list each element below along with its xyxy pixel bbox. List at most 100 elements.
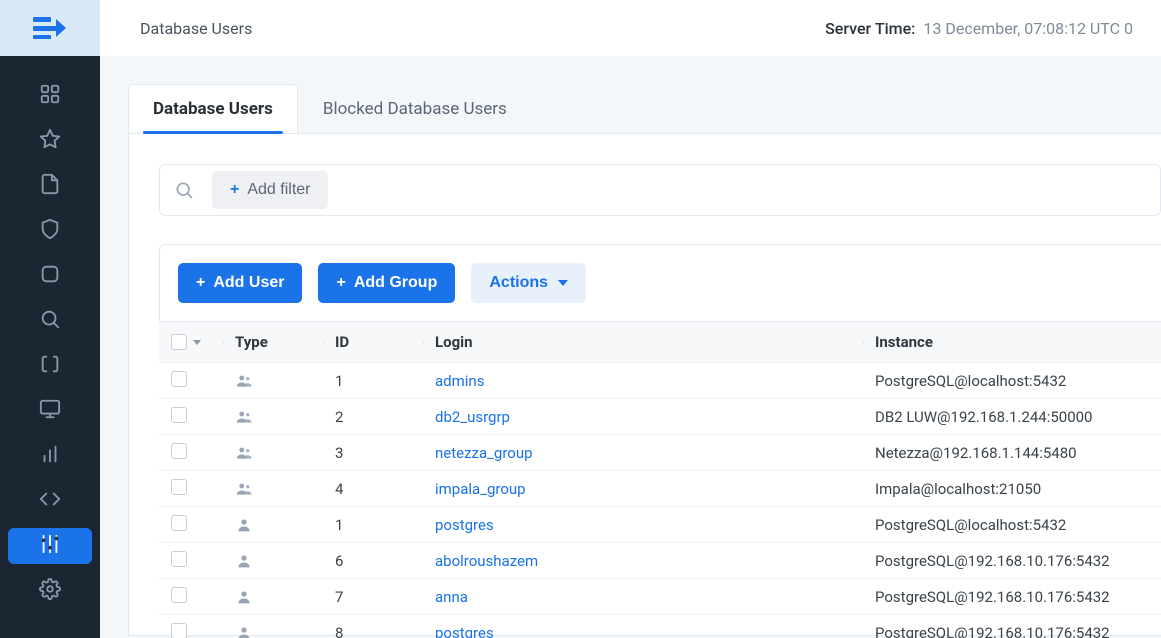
- group-icon: [223, 444, 323, 462]
- row-id: 1: [323, 516, 423, 534]
- gear-icon: [39, 578, 61, 604]
- page-title: Database Users: [140, 19, 252, 38]
- row-login-link[interactable]: postgres: [423, 624, 863, 638]
- sidebar-item-gear[interactable]: [8, 573, 92, 609]
- add-filter-label: Add filter: [247, 181, 310, 199]
- group-icon: [223, 480, 323, 498]
- row-checkbox[interactable]: [171, 515, 187, 531]
- dashboard-icon: [39, 83, 61, 109]
- group-icon: [223, 408, 323, 426]
- column-login[interactable]: Login: [423, 333, 863, 351]
- sidebar-item-code[interactable]: [8, 483, 92, 519]
- table-row: 6abolroushazemPostgreSQL@192.168.10.176:…: [159, 542, 1161, 578]
- sidebar-item-dashboard[interactable]: [8, 78, 92, 114]
- bar-chart-icon: [39, 443, 61, 469]
- row-checkbox[interactable]: [171, 371, 187, 387]
- table-header-row: Type ID Login Instance: [159, 322, 1161, 362]
- actions-dropdown-button[interactable]: Actions: [471, 263, 586, 303]
- shield-icon: [39, 218, 61, 244]
- search-icon[interactable]: [166, 172, 202, 208]
- column-instance[interactable]: Instance: [863, 333, 1161, 351]
- row-login-link[interactable]: postgres: [423, 516, 863, 534]
- row-instance: PostgreSQL@localhost:5432: [863, 516, 1161, 534]
- table-row: 7annaPostgreSQL@192.168.10.176:5432: [159, 578, 1161, 614]
- sidebar-item-box[interactable]: [8, 258, 92, 294]
- column-type[interactable]: Type: [223, 333, 323, 351]
- filter-bar: + Add filter: [159, 164, 1161, 216]
- server-time-label: Server Time:: [825, 19, 915, 38]
- table-row: 4impala_groupImpala@localhost:21050: [159, 470, 1161, 506]
- plus-icon: +: [336, 274, 345, 292]
- row-instance: PostgreSQL@192.168.10.176:5432: [863, 552, 1161, 570]
- row-checkbox[interactable]: [171, 479, 187, 495]
- add-filter-button[interactable]: + Add filter: [212, 171, 328, 209]
- row-instance: PostgreSQL@192.168.10.176:5432: [863, 624, 1161, 638]
- row-id: 6: [323, 552, 423, 570]
- table-row: 8postgresPostgreSQL@192.168.10.176:5432: [159, 614, 1161, 638]
- row-checkbox[interactable]: [171, 443, 187, 459]
- monitor-icon: [39, 398, 61, 424]
- sidebar-item-brackets[interactable]: [8, 348, 92, 384]
- tab-database-users[interactable]: Database Users: [128, 84, 298, 133]
- column-id[interactable]: ID: [323, 333, 423, 351]
- add-user-button[interactable]: + Add User: [178, 263, 302, 303]
- sidebar-item-shield[interactable]: [8, 213, 92, 249]
- sidebar-item-star[interactable]: [8, 123, 92, 159]
- sidebar-item-search[interactable]: [8, 303, 92, 339]
- row-login-link[interactable]: anna: [423, 588, 863, 606]
- box-icon: [39, 263, 61, 289]
- row-login-link[interactable]: impala_group: [423, 480, 863, 498]
- row-checkbox[interactable]: [171, 407, 187, 423]
- row-id: 2: [323, 408, 423, 426]
- plus-icon: +: [230, 181, 239, 199]
- row-instance: PostgreSQL@192.168.10.176:5432: [863, 588, 1161, 606]
- sidebar-item-sliders[interactable]: [8, 528, 92, 564]
- table-row: 3netezza_groupNetezza@192.168.1.144:5480: [159, 434, 1161, 470]
- row-login-link[interactable]: db2_usrgrp: [423, 408, 863, 426]
- tab-label: Database Users: [153, 99, 273, 119]
- users-table: Type ID Login Instance 1adminsPostgreSQL…: [159, 321, 1161, 638]
- user-icon: [223, 588, 323, 606]
- row-login-link[interactable]: netezza_group: [423, 444, 863, 462]
- tabs: Database Users Blocked Database Users: [128, 84, 1161, 134]
- row-id: 1: [323, 372, 423, 390]
- actions-label: Actions: [489, 274, 548, 292]
- add-user-label: Add User: [213, 274, 284, 292]
- user-icon: [223, 552, 323, 570]
- chevron-down-icon: [558, 280, 568, 286]
- sidebar-item-document[interactable]: [8, 168, 92, 204]
- search-icon: [39, 308, 61, 334]
- row-login-link[interactable]: abolroushazem: [423, 552, 863, 570]
- chevron-down-icon[interactable]: [193, 340, 201, 345]
- code-icon: [39, 488, 61, 514]
- tab-blocked-database-users[interactable]: Blocked Database Users: [298, 84, 532, 133]
- sidebar-item-monitor[interactable]: [8, 393, 92, 429]
- row-checkbox[interactable]: [171, 551, 187, 567]
- server-time-value: 13 December, 07:08:12 UTC 0: [923, 19, 1133, 38]
- row-checkbox[interactable]: [171, 587, 187, 603]
- user-icon: [223, 624, 323, 638]
- row-id: 4: [323, 480, 423, 498]
- row-id: 3: [323, 444, 423, 462]
- row-instance: Impala@localhost:21050: [863, 480, 1161, 498]
- action-bar: + Add User + Add Group Actions: [159, 244, 1161, 321]
- add-group-label: Add Group: [354, 274, 438, 292]
- plus-icon: +: [196, 274, 205, 292]
- sidebar-item-bar-chart[interactable]: [8, 438, 92, 474]
- topbar: Database Users Server Time: 13 December,…: [100, 0, 1161, 56]
- add-group-button[interactable]: + Add Group: [318, 263, 455, 303]
- row-login-link[interactable]: admins: [423, 372, 863, 390]
- row-id: 7: [323, 588, 423, 606]
- row-id: 8: [323, 624, 423, 638]
- group-icon: [223, 372, 323, 390]
- row-checkbox[interactable]: [171, 623, 187, 638]
- brackets-icon: [39, 353, 61, 379]
- table-row: 1adminsPostgreSQL@localhost:5432: [159, 362, 1161, 398]
- star-icon: [39, 128, 61, 154]
- app-logo[interactable]: [0, 0, 100, 56]
- tab-label: Blocked Database Users: [323, 99, 507, 119]
- user-icon: [223, 516, 323, 534]
- select-all-checkbox[interactable]: [171, 334, 187, 350]
- table-row: 1postgresPostgreSQL@localhost:5432: [159, 506, 1161, 542]
- document-icon: [39, 173, 61, 199]
